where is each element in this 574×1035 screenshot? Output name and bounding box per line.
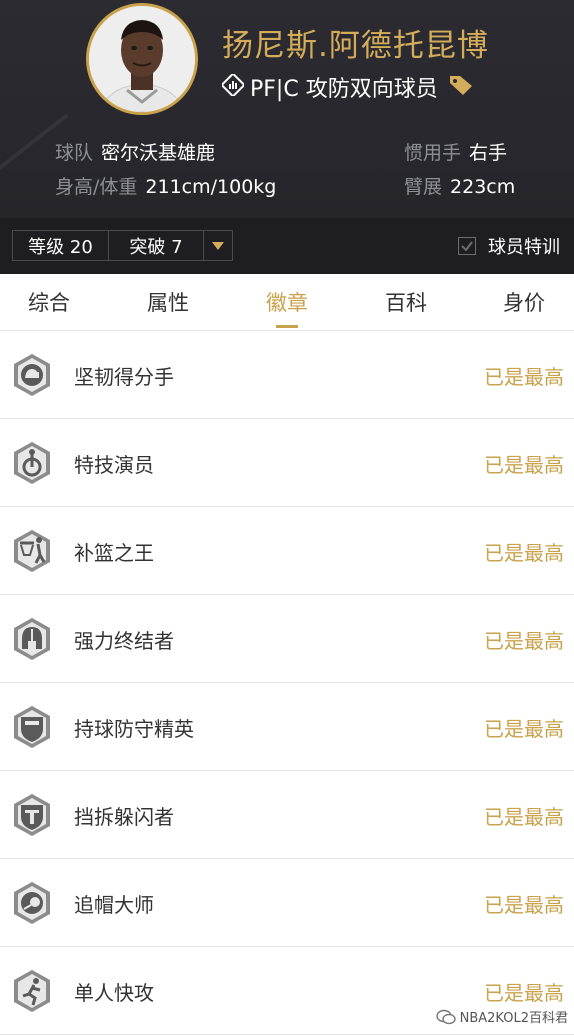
tab-encyclopedia[interactable]: 百科 (356, 274, 456, 330)
ball-defense-elite-icon (14, 706, 50, 748)
badge-status: 已是最高 (484, 804, 564, 829)
height-weight-value: 211cm/100kg (145, 176, 277, 198)
badge-status: 已是最高 (484, 452, 564, 477)
list-item[interactable]: 持球防守精英 已是最高 (0, 683, 574, 771)
team-label: 球队 (55, 142, 94, 164)
badge-name: 持球防守精英 (74, 716, 194, 741)
position-row: PF|C 攻防双向球员 (220, 70, 474, 104)
tab-attributes[interactable]: 属性 (118, 274, 218, 330)
badge-status: 已是最高 (484, 364, 564, 389)
putback-king-icon (14, 530, 50, 572)
tab-badges[interactable]: 徽章 (237, 274, 337, 330)
wingspan-value: 223cm (450, 176, 516, 198)
badge-status: 已是最高 (484, 892, 564, 917)
team-info: 球队 密尔沃基雄鹿 (55, 138, 215, 165)
tab-label: 属性 (147, 291, 189, 315)
list-item[interactable]: 挡拆躲闪者 已是最高 (0, 771, 574, 859)
level-selector[interactable]: 等级 20 突破 7 (12, 230, 233, 261)
list-item[interactable]: 强力终结者 已是最高 (0, 595, 574, 683)
active-tab-indicator (276, 325, 298, 328)
wingspan-info: 臂展 223cm (404, 172, 515, 199)
level-bar: 等级 20 突破 7 球员特训 (0, 218, 574, 274)
badge-name: 坚韧得分手 (74, 364, 174, 389)
badge-name: 补篮之王 (74, 540, 154, 565)
team-value: 密尔沃基雄鹿 (101, 142, 216, 164)
tab-label: 百科 (385, 291, 427, 315)
chase-down-master-icon (14, 882, 50, 924)
badge-list: 坚韧得分手 已是最高 特技演员 已是最高 补篮之王 已是最高 强力终结者 已是最… (0, 331, 574, 1035)
badge-name: 特技演员 (74, 452, 154, 477)
watermark-text: NBA2KOL2百科君 (459, 1011, 568, 1026)
badge-status: 已是最高 (484, 716, 564, 741)
list-item[interactable]: 坚韧得分手 已是最高 (0, 331, 574, 419)
badge-name: 挡拆躲闪者 (74, 804, 174, 829)
list-item[interactable]: 补篮之王 已是最高 (0, 507, 574, 595)
tab-value[interactable]: 身价 (474, 274, 574, 330)
list-item[interactable]: 特技演员 已是最高 (0, 419, 574, 507)
wechat-icon (435, 1009, 456, 1024)
height-weight-info: 身高/体重 211cm/100kg (55, 172, 276, 199)
tab-overview[interactable]: 综合 (0, 274, 99, 330)
hand-info: 惯用手 右手 (404, 138, 507, 165)
player-header: 扬尼斯.阿德托昆博 PF|C 攻防双向球员 球队 密尔沃基雄鹿 身高/体重 211c… (0, 0, 574, 274)
breakthrough-value[interactable]: 突破 7 (109, 231, 204, 260)
pick-dodger-icon (14, 794, 50, 836)
badge-name: 单人快攻 (74, 980, 154, 1005)
tab-label: 身价 (503, 291, 545, 315)
special-training-toggle[interactable]: 球员特训 (458, 230, 560, 261)
position-label: PF|C 攻防双向球员 (250, 77, 438, 102)
hand-value: 右手 (469, 142, 508, 164)
acrobat-icon (14, 442, 50, 484)
tag-icon[interactable] (448, 73, 474, 101)
player-name: 扬尼斯.阿德托昆博 (222, 28, 489, 64)
checkmark-icon (461, 240, 473, 252)
badge-name: 追帽大师 (74, 892, 154, 917)
caret-down-icon (212, 241, 224, 250)
height-weight-label: 身高/体重 (55, 176, 138, 198)
list-item[interactable]: 追帽大师 已是最高 (0, 859, 574, 947)
hand-label: 惯用手 (404, 142, 462, 164)
strong-finisher-icon (14, 618, 50, 660)
tab-bar: 综合 属性 徽章 百科 身价 (0, 274, 574, 331)
dropdown-button[interactable] (204, 231, 232, 260)
level-value[interactable]: 等级 20 (13, 231, 109, 260)
tab-label: 徽章 (266, 291, 308, 315)
one-man-fastbreak-icon (14, 970, 50, 1012)
badge-status: 已是最高 (484, 540, 564, 565)
court-icon (220, 72, 246, 100)
checkbox[interactable] (458, 236, 476, 255)
tab-label: 综合 (28, 291, 70, 315)
watermark: NBA2KOL2百科君 (435, 1007, 568, 1026)
badge-name: 强力终结者 (74, 628, 174, 653)
badge-status: 已是最高 (484, 628, 564, 653)
special-training-label: 球员特训 (488, 236, 560, 258)
wingspan-label: 臂展 (404, 176, 443, 198)
tough-scorer-icon (14, 354, 50, 396)
player-avatar (86, 3, 198, 115)
